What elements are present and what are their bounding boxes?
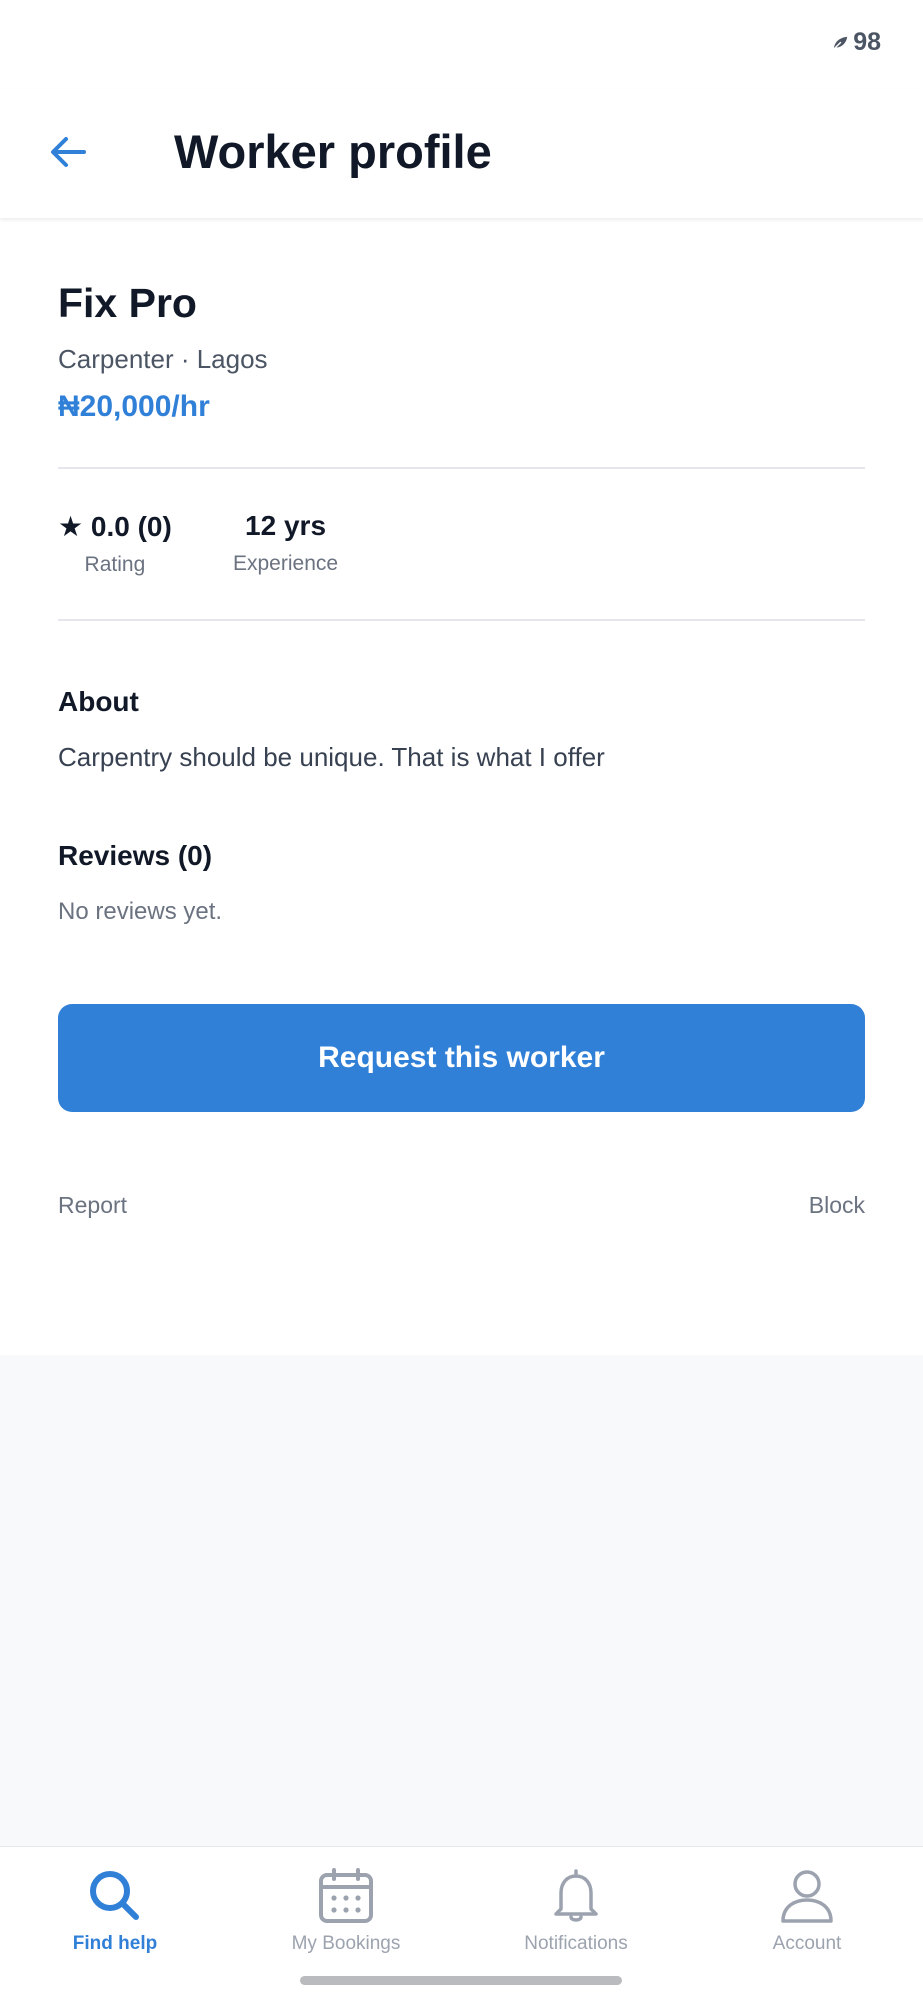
worker-trade-location: Carpenter · Lagos	[58, 344, 268, 374]
person-icon	[781, 1870, 833, 1923]
no-reviews-text: No reviews yet.	[58, 898, 223, 925]
back-button[interactable]	[36, 120, 100, 184]
about-heading: About	[58, 686, 139, 717]
rating-value: ★ 0.0 (0)	[58, 511, 172, 542]
nav-notifications[interactable]: Notifications	[461, 1867, 691, 1967]
rating-label: Rating	[84, 553, 146, 576]
nav-find-help[interactable]: Find help	[0, 1867, 230, 1967]
status-bar: 98	[0, 0, 923, 90]
nav-label: Find help	[72, 1933, 158, 1954]
app-header: Worker profile	[0, 90, 923, 218]
divider	[58, 619, 865, 621]
arrow-left-icon	[51, 137, 86, 167]
search-icon	[90, 1871, 139, 1920]
leaf-battery-icon	[833, 36, 848, 50]
experience-label: Experience	[233, 552, 339, 575]
nav-label: My Bookings	[291, 1933, 401, 1954]
divider	[58, 467, 865, 469]
nav-account[interactable]: Account	[692, 1867, 922, 1967]
nav-label: Notifications	[524, 1933, 628, 1954]
home-indicator[interactable]	[300, 1976, 622, 1985]
request-worker-button[interactable]: Request this worker	[58, 1004, 865, 1112]
experience-stat: 12 yrs Experience	[233, 510, 338, 576]
reviews-heading: Reviews (0)	[58, 840, 213, 871]
rating-stat: ★ 0.0 (0) Rating	[58, 510, 172, 577]
worker-hourly-rate: ₦20,000/hr	[58, 390, 210, 423]
bell-icon	[554, 1869, 598, 1922]
block-link[interactable]: Block	[809, 1192, 865, 1219]
worker-profile-card: Fix Pro Carpenter · Lagos ₦20,000/hr ★ 0…	[0, 218, 923, 1355]
about-text: Carpentry should be unique. That is what…	[58, 742, 605, 772]
nav-my-bookings[interactable]: My Bookings	[231, 1867, 461, 1967]
calendar-icon	[319, 1868, 373, 1923]
report-link[interactable]: Report	[58, 1192, 127, 1219]
page-title: Worker profile	[174, 125, 492, 178]
battery-level: 98	[853, 28, 881, 56]
experience-value: 12 yrs	[245, 510, 327, 541]
battery-indicator: 98	[831, 28, 881, 57]
nav-label: Account	[772, 1933, 842, 1954]
worker-name: Fix Pro	[58, 280, 197, 326]
